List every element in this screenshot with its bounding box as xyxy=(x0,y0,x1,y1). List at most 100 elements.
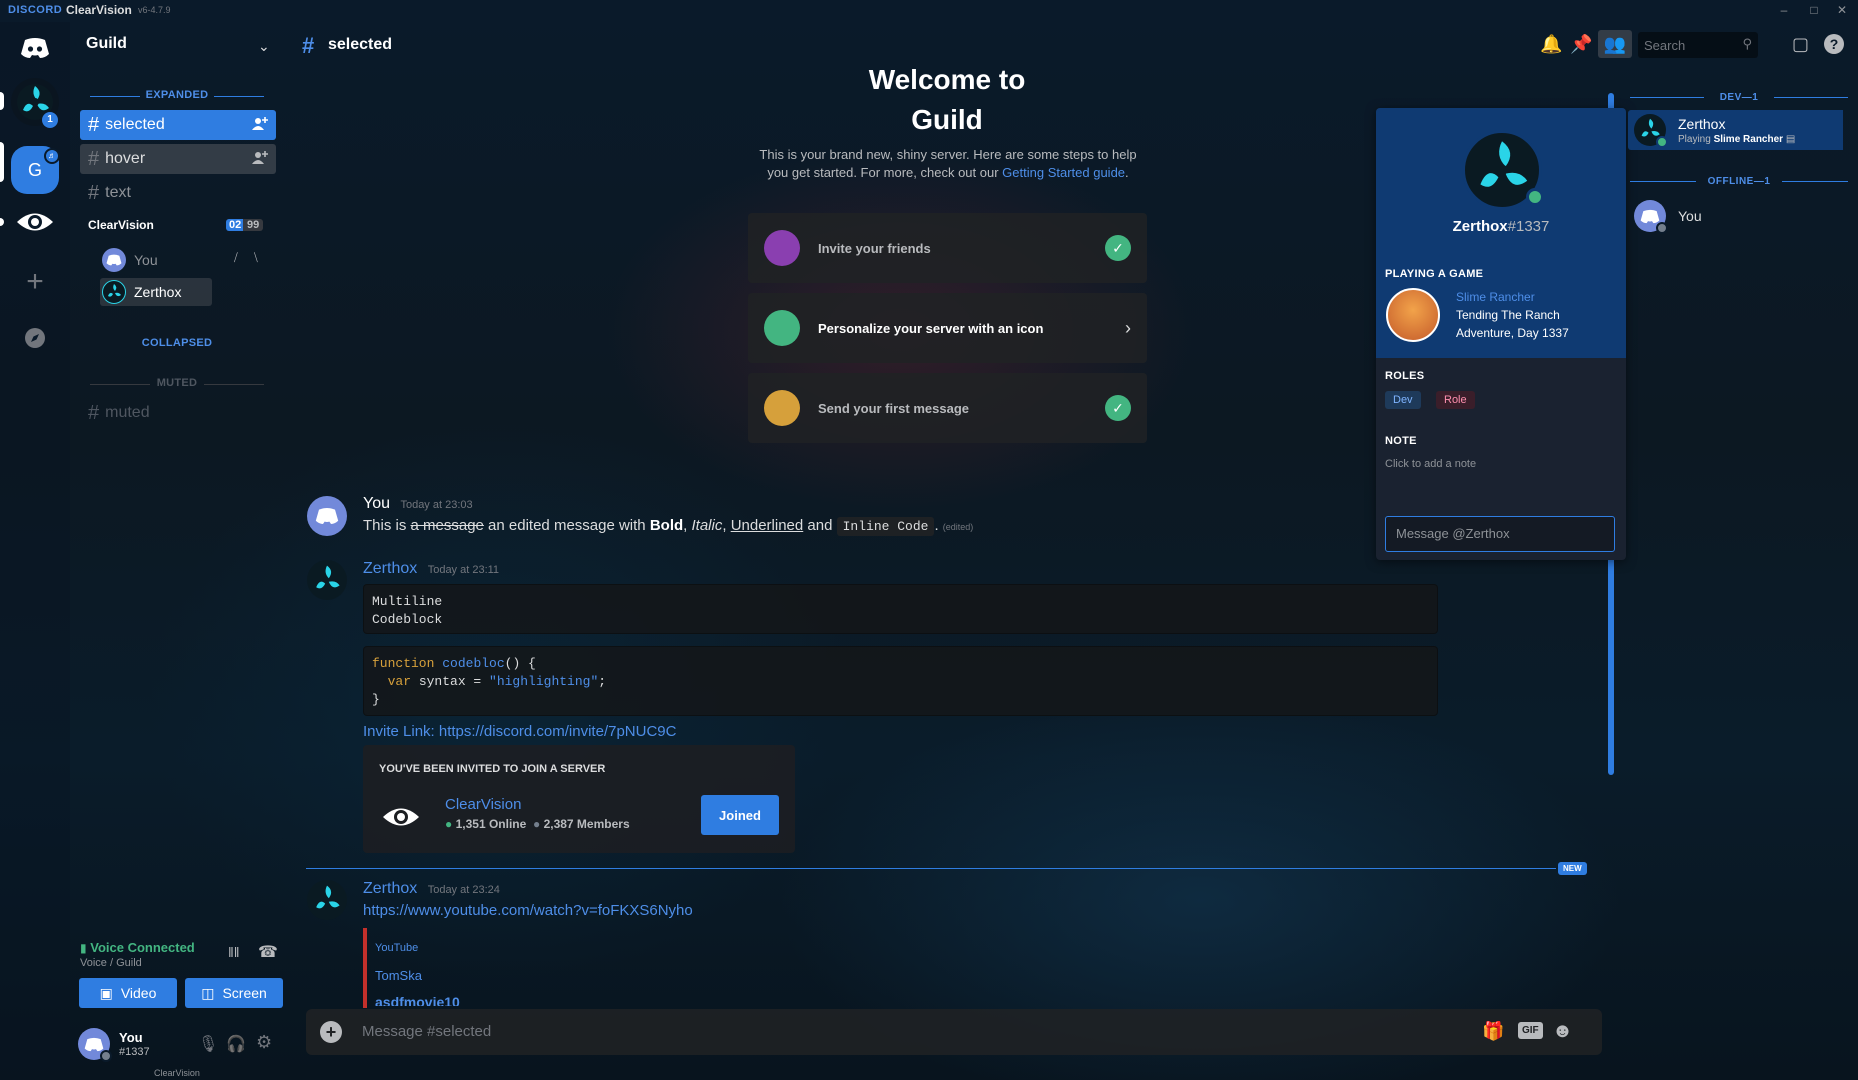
invite-stats: ● 1,351 Online ● 2,387 Members xyxy=(445,817,630,831)
message-timestamp: Today at 23:24 xyxy=(427,884,500,896)
member-zerthox[interactable]: Zerthox Playing Slime Rancher ▤ xyxy=(1628,110,1843,150)
explore-compass-icon[interactable] xyxy=(11,314,59,362)
category-muted[interactable]: MUTED xyxy=(82,377,272,389)
member-you[interactable]: You xyxy=(1634,196,1834,236)
minimize-icon[interactable]: – xyxy=(1776,2,1792,18)
embed-author[interactable]: TomSka xyxy=(375,968,422,983)
attach-plus-icon[interactable]: + xyxy=(320,1021,342,1043)
message-header: Zerthox Today at 23:11 xyxy=(363,560,499,578)
screen-share-button[interactable]: ◫ Screen xyxy=(185,978,283,1008)
new-badge: NEW xyxy=(1558,862,1587,875)
server-unread-pill xyxy=(0,92,4,110)
close-icon[interactable]: ✕ xyxy=(1834,2,1850,18)
server-clearvision-icon[interactable] xyxy=(11,198,59,246)
emoji-icon[interactable]: ☻ xyxy=(1552,1020,1573,1043)
status-offline-icon xyxy=(1656,222,1668,234)
user-popout: Zerthox#1337 PLAYING A GAME Slime Ranche… xyxy=(1376,108,1626,560)
welcome-card-icon[interactable]: Personalize your server with an icon › xyxy=(748,293,1147,363)
voice-user-you[interactable]: You xyxy=(102,246,158,274)
chevron-down-icon[interactable]: ⌄ xyxy=(258,38,270,55)
embed-title[interactable]: asdfmovie10 xyxy=(375,994,460,1006)
voice-status: ▮ Voice Connected xyxy=(80,940,195,955)
invite-member-icon[interactable] xyxy=(252,116,268,132)
home-discord-icon[interactable] xyxy=(11,24,59,72)
message-timestamp: Today at 23:03 xyxy=(400,499,473,511)
voice-debug-icon[interactable]: ‖‖ xyxy=(228,944,240,960)
voice-location[interactable]: Voice / Guild xyxy=(80,957,142,969)
joined-button[interactable]: Joined xyxy=(701,795,779,835)
member-list-icon[interactable]: 👥 xyxy=(1598,30,1632,58)
status-online-icon xyxy=(1526,188,1544,206)
youtube-link[interactable]: https://www.youtube.com/watch?v=foFKXS6N… xyxy=(363,902,693,919)
deafen-headphones-icon[interactable]: 🎧 xyxy=(226,1034,246,1054)
note-header: NOTE xyxy=(1385,435,1417,447)
channel-muted[interactable]: # muted xyxy=(80,398,276,428)
member-name: Zerthox xyxy=(1678,116,1726,132)
message-author[interactable]: Zerthox xyxy=(363,880,417,897)
add-server-icon[interactable]: + xyxy=(11,258,59,306)
disconnect-icon[interactable]: ☎ xyxy=(258,942,278,962)
settings-gear-icon[interactable]: ⚙ xyxy=(256,1032,272,1053)
member-activity: Playing Slime Rancher ▤ xyxy=(1678,134,1796,145)
chat-bubble-icon xyxy=(764,390,800,426)
help-icon[interactable]: ? xyxy=(1824,34,1844,54)
invite-friends-icon xyxy=(764,230,800,266)
message-input[interactable]: Message #selected xyxy=(362,1023,491,1040)
video-button[interactable]: ▣ Video xyxy=(79,978,177,1008)
codeblock-plain: Multiline Codeblock xyxy=(363,584,1438,634)
message-avatar[interactable] xyxy=(307,880,347,920)
welcome-card-invite[interactable]: Invite your friends ✓ xyxy=(748,213,1147,283)
status-online-icon xyxy=(1656,136,1668,148)
camera-icon: ▣ xyxy=(99,984,113,1001)
message-author[interactable]: Zerthox xyxy=(363,560,417,577)
role-role[interactable]: Role xyxy=(1436,391,1475,409)
guild-name[interactable]: Guild xyxy=(86,35,127,53)
speaker-icon: ♬ xyxy=(44,148,60,164)
message-composer[interactable]: + Message #selected 🎁 GIF ☻ xyxy=(306,1009,1602,1055)
getting-started-link[interactable]: Getting Started guide xyxy=(1002,165,1125,180)
voice-user-count: 02 xyxy=(226,219,245,231)
hash-icon: # xyxy=(88,401,100,424)
channel-selected[interactable]: # selected xyxy=(80,110,276,140)
welcome-description: This is your brand new, shiny server. He… xyxy=(759,147,1137,180)
category-collapsed[interactable]: COLLAPSED xyxy=(82,337,272,349)
invite-member-icon[interactable] xyxy=(252,150,268,166)
bell-icon[interactable]: 🔔 xyxy=(1540,34,1562,55)
invite-url-link[interactable]: https://discord.com/invite/7pNUC9C xyxy=(439,723,677,740)
category-expanded[interactable]: EXPANDED xyxy=(82,89,272,101)
message-timestamp: Today at 23:11 xyxy=(427,564,500,576)
mic-muted-icon: ⧸ xyxy=(234,252,238,264)
channel-hover[interactable]: # hover xyxy=(80,144,276,174)
channel-title: selected xyxy=(328,36,393,53)
role-dev[interactable]: Dev xyxy=(1385,391,1421,409)
hash-icon: # xyxy=(88,147,100,170)
inbox-icon[interactable]: ▢ xyxy=(1792,34,1809,55)
maximize-icon[interactable]: □ xyxy=(1806,2,1822,18)
embed-provider[interactable]: YouTube xyxy=(375,942,418,954)
roles-header: ROLES xyxy=(1385,370,1425,382)
voice-channel-name[interactable]: ClearVision xyxy=(88,218,154,232)
message-avatar[interactable] xyxy=(307,560,347,600)
welcome-card-message[interactable]: Send your first message ✓ xyxy=(748,373,1147,443)
gif-button[interactable]: GIF xyxy=(1518,1022,1543,1039)
message-avatar[interactable] xyxy=(307,496,347,536)
dm-message-input[interactable]: Message @Zerthox xyxy=(1385,516,1615,552)
message-author[interactable]: You xyxy=(363,495,390,512)
mute-mic-icon[interactable]: 🎙 xyxy=(198,1034,218,1054)
pin-icon[interactable]: 📌 xyxy=(1570,34,1592,55)
hash-icon: # xyxy=(302,33,315,58)
channel-text[interactable]: # text xyxy=(80,178,276,208)
note-input[interactable]: Click to add a note xyxy=(1385,458,1476,470)
invite-embed: YOU'VE BEEN INVITED TO JOIN A SERVER Cle… xyxy=(363,745,795,853)
voice-user-name: Zerthox xyxy=(134,284,182,300)
app-name: ClearVision xyxy=(66,3,132,17)
invite-header: YOU'VE BEEN INVITED TO JOIN A SERVER xyxy=(379,763,606,775)
check-icon: ✓ xyxy=(1105,395,1131,421)
voice-user-zerthox[interactable]: Zerthox xyxy=(102,278,181,306)
gift-icon[interactable]: 🎁 xyxy=(1482,1021,1504,1042)
search-input[interactable]: Search ⚲ xyxy=(1638,32,1758,58)
server-mention-badge: 1 xyxy=(42,112,58,128)
invite-server-name[interactable]: ClearVision xyxy=(445,796,521,813)
channel-label: hover xyxy=(105,150,146,167)
message-header: You Today at 23:03 xyxy=(363,495,473,513)
